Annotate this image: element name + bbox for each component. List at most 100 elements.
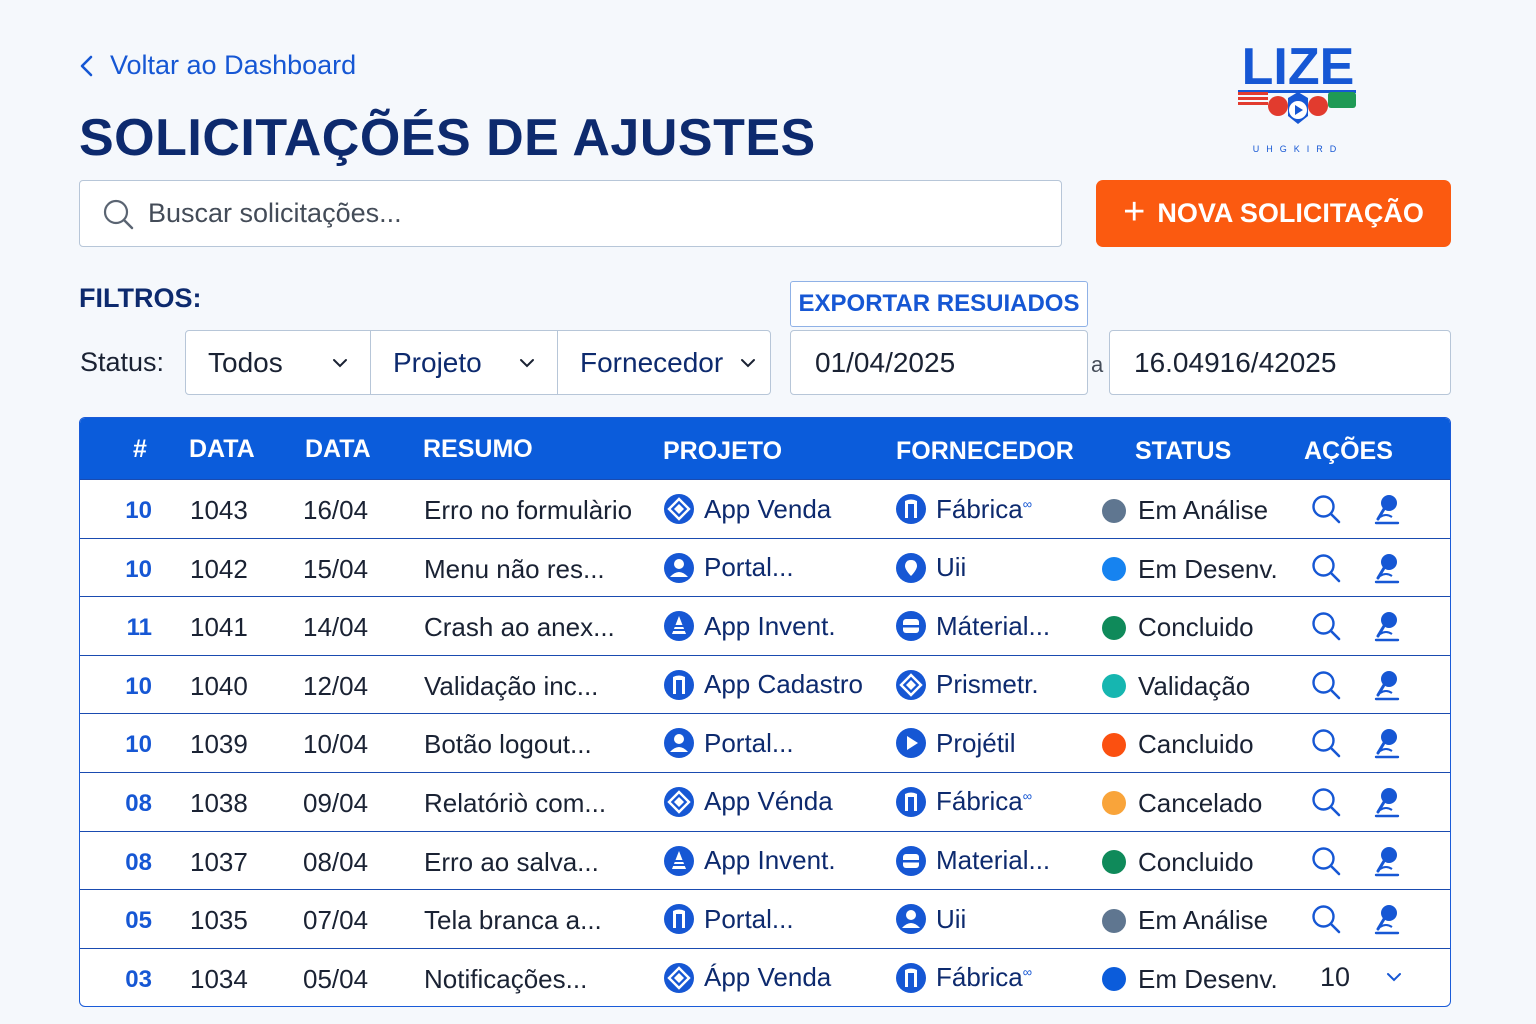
project-name: Portal... — [704, 727, 794, 758]
search-icon[interactable] — [1311, 787, 1341, 817]
row-status: Cancelado — [1102, 788, 1262, 819]
row-vendor: Material... — [895, 845, 1050, 877]
row-number: 10 — [125, 672, 152, 700]
row-status: Em Análise — [1102, 495, 1268, 526]
row-status: Concluido — [1102, 847, 1254, 878]
date-to-input[interactable] — [1109, 330, 1451, 395]
row-date: 14/04 — [303, 612, 369, 643]
table-row[interactable]: 10 1040 12/04 Validação inc... App Cadastro P… — [80, 654, 1450, 714]
row-project: App Venda — [663, 493, 831, 525]
row-id: 1041 — [190, 612, 248, 643]
search-icon[interactable] — [1311, 670, 1341, 700]
status-dot — [1102, 967, 1126, 992]
status-dot — [1102, 557, 1126, 582]
status-label: Em Análise — [1138, 495, 1269, 525]
rows-per-page-select[interactable]: 10 — [1320, 962, 1402, 993]
new-request-button[interactable]: + NOVA SOLICITAÇÃO — [1096, 180, 1451, 247]
vendor-select[interactable]: Fornecedor — [557, 330, 771, 395]
export-results-button[interactable]: EXPORTAR RESUIADOS — [790, 281, 1088, 327]
table-row[interactable]: 08 1037 08/04 Erro ao salva... App Invent. Ma… — [80, 830, 1450, 890]
edit-pin-icon[interactable] — [1374, 610, 1400, 642]
row-project: App Vénda — [663, 786, 833, 818]
edit-pin-icon[interactable] — [1374, 552, 1400, 584]
table-row[interactable]: 03 1034 05/04 Notificações... Ápp Venda Fábri… — [80, 947, 1450, 1006]
header-data-2[interactable]: DATA — [305, 435, 371, 464]
header-vendor[interactable]: FORNECEDOR — [896, 437, 1074, 466]
table-row[interactable]: 10 1042 15/04 Menu não res... Portal... Uii Em… — [80, 537, 1450, 597]
header-number[interactable]: # — [133, 435, 147, 464]
row-summary: Menu não res... — [424, 553, 605, 584]
table-row[interactable]: 10 1043 16/04 Erro no formulàrio App Venda Fá… — [80, 479, 1450, 538]
search-bar — [79, 180, 1062, 247]
row-id: 1037 — [190, 846, 248, 877]
svg-text:LIZE: LIZE — [1242, 40, 1355, 96]
row-id: 1043 — [190, 495, 248, 525]
project-name: App Cadastro — [704, 669, 863, 700]
date-range-separator: a — [1091, 352, 1104, 377]
project-name: Ápp Venda — [704, 962, 832, 993]
table-row[interactable]: 08 1038 09/04 Relatóriò com... App Vénda Fábr… — [80, 771, 1450, 831]
row-summary: Botão logout... — [424, 729, 592, 760]
row-id: 1035 — [190, 905, 248, 936]
header-summary[interactable]: RESUMO — [423, 435, 533, 464]
row-summary: Erro no formulàrio — [424, 495, 633, 525]
table-row[interactable]: 10 1039 10/04 Botão logout... Portal... Projé… — [80, 713, 1450, 772]
edit-pin-icon[interactable] — [1374, 493, 1400, 525]
vendor-name: Projétil — [936, 727, 1016, 758]
row-date: 08/04 — [303, 846, 369, 877]
vendor-name: Máterial... — [936, 610, 1051, 641]
row-vendor: Fábrica∞ — [895, 493, 1032, 525]
project-name: App Invent. — [704, 610, 836, 641]
status-label: Concluido — [1138, 612, 1254, 643]
project-name: Portal... — [704, 552, 794, 583]
search-icon[interactable] — [1311, 904, 1341, 934]
row-number: 03 — [125, 965, 152, 993]
status-select[interactable]: Todos — [185, 330, 371, 395]
cone-icon — [664, 845, 694, 876]
edit-pin-icon[interactable] — [1374, 669, 1400, 701]
header-data[interactable]: DATA — [189, 435, 255, 464]
search-icon[interactable] — [1311, 494, 1341, 524]
door-icon — [896, 786, 926, 817]
row-status: Validação — [1102, 671, 1250, 702]
search-icon[interactable] — [1311, 728, 1341, 758]
search-icon[interactable] — [1311, 553, 1341, 583]
edit-pin-icon[interactable] — [1374, 727, 1400, 759]
project-select[interactable]: Projeto — [370, 330, 558, 395]
box-icon — [896, 611, 926, 642]
table-row[interactable]: 11 1041 14/04 Crash ao anex... App Invent. Má… — [80, 596, 1450, 655]
row-number: 08 — [125, 848, 152, 876]
chevron-down-icon — [1387, 973, 1402, 982]
edit-pin-icon[interactable] — [1374, 903, 1400, 935]
row-vendor: Uii — [895, 903, 966, 935]
door-icon — [664, 904, 694, 935]
row-vendor: Máterial... — [895, 610, 1050, 642]
status-dot — [1102, 908, 1126, 933]
vendor-name: Fábrica∞ — [936, 786, 1032, 817]
table-row[interactable]: 05 1035 07/04 Tela branca a... Portal... Uii E… — [80, 889, 1450, 948]
header-project[interactable]: PROJETO — [663, 437, 782, 466]
search-icon[interactable] — [1311, 611, 1341, 641]
status-select-value: Todos — [208, 346, 283, 378]
status-label: Validação — [1138, 670, 1251, 701]
row-number: 05 — [125, 907, 152, 935]
edit-pin-icon[interactable] — [1374, 845, 1400, 877]
door-icon — [896, 962, 926, 993]
project-select-value: Projeto — [393, 346, 482, 378]
header-status[interactable]: STATUS — [1135, 437, 1231, 466]
date-from-input[interactable] — [790, 330, 1088, 395]
pin-icon — [896, 552, 926, 583]
chevron-down-icon — [333, 358, 347, 367]
search-icon — [103, 199, 134, 229]
search-icon[interactable] — [1311, 846, 1341, 876]
edit-pin-icon[interactable] — [1374, 786, 1400, 818]
project-name: Portal... — [704, 903, 794, 934]
row-project: Ápp Venda — [663, 962, 831, 994]
back-to-dashboard-link[interactable]: Voltar ao Dashboard — [78, 50, 356, 81]
lize-logo: LIZE UHGKIRD — [1238, 40, 1356, 154]
row-date: 05/04 — [303, 963, 369, 994]
row-date: 07/04 — [303, 905, 369, 936]
row-date: 10/04 — [303, 729, 369, 760]
search-input[interactable] — [148, 198, 1028, 229]
chevron-left-icon — [80, 55, 93, 76]
